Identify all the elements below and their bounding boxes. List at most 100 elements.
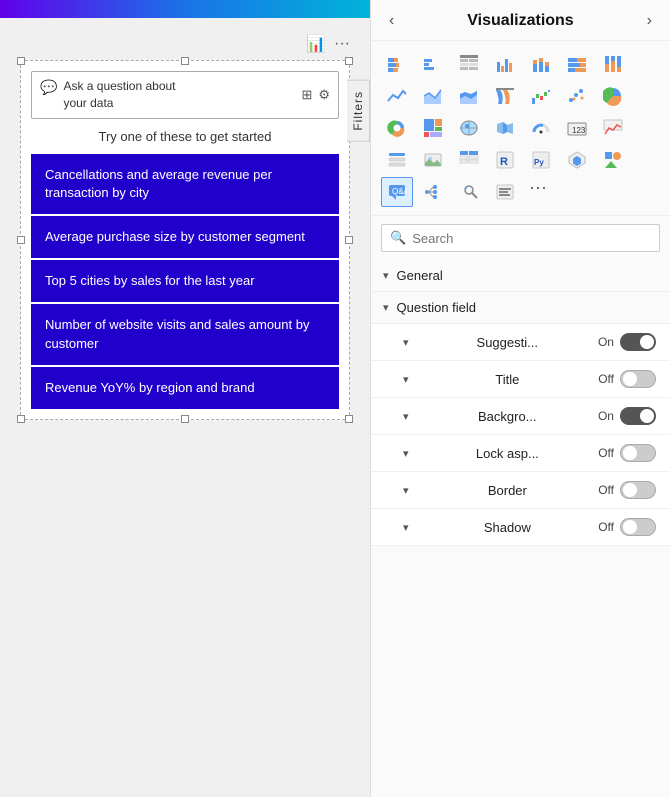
r-visual-icon[interactable]: R (489, 145, 521, 175)
toggle-switch-3[interactable] (620, 444, 656, 462)
svg-text:Py: Py (534, 158, 544, 167)
100pct-stacked-column-icon[interactable] (597, 49, 629, 79)
toggle-right-3: Off (598, 444, 656, 462)
top-gradient-bar (0, 0, 370, 18)
kpi-icon[interactable] (597, 113, 629, 143)
100pct-stacked-bar-icon[interactable] (561, 49, 593, 79)
image-viz-icon[interactable] (417, 145, 449, 175)
python-visual-icon[interactable]: Py (525, 145, 557, 175)
section-general[interactable]: ▾ General (371, 260, 670, 292)
toggle-state-5: Off (598, 520, 614, 534)
resize-handle-ml[interactable] (17, 236, 25, 244)
decomp-tree-icon[interactable] (417, 177, 449, 207)
toggle-right-5: Off (598, 518, 656, 536)
waterfall-icon[interactable] (525, 81, 557, 111)
qa-speech-icon: 💬 (40, 79, 57, 96)
resize-handle-mr[interactable] (345, 236, 353, 244)
qa-input-left: 💬 Ask a question about your data (40, 78, 301, 112)
stacked-column-icon[interactable] (525, 49, 557, 79)
suggestion-item-1[interactable]: Average purchase size by customer segmen… (31, 216, 339, 258)
suggestion-list: Cancellations and average revenue per tr… (31, 154, 339, 409)
qa-visual-icon[interactable]: Q&A (381, 177, 413, 207)
next-arrow[interactable]: › (643, 10, 656, 32)
toggle-state-3: Off (598, 446, 614, 460)
qa-input-box[interactable]: 💬 Ask a question about your data ⊞ ⚙ (31, 71, 339, 119)
smart-narrative-icon[interactable] (489, 177, 521, 207)
resize-handle-br[interactable] (345, 415, 353, 423)
section-general-label: General (397, 268, 443, 283)
clustered-column-icon[interactable] (489, 49, 521, 79)
slicer-icon[interactable] (381, 145, 413, 175)
suggestion-item-4[interactable]: Revenue YoY% by region and brand (31, 367, 339, 409)
line-chart-icon[interactable] (381, 81, 413, 111)
scatter-chart-icon[interactable] (561, 81, 593, 111)
qa-gear-icon[interactable]: ⚙ (318, 87, 330, 103)
suggestion-item-2[interactable]: Top 5 cities by sales for the last year (31, 260, 339, 302)
toggle-switch-4[interactable] (620, 481, 656, 499)
filled-map-icon[interactable] (489, 113, 521, 143)
search-row: 🔍 (381, 224, 660, 252)
qa-settings-icon[interactable]: ⊞ (301, 87, 312, 103)
toggle-row-2: ▾ Backgro... On (371, 398, 670, 435)
section-question-field-label: Question field (397, 300, 477, 315)
chevron-toggle-4: ▾ (403, 484, 409, 497)
chevron-question-field: ▾ (383, 301, 389, 314)
gauge-icon[interactable] (525, 113, 557, 143)
donut-chart-icon[interactable] (381, 113, 413, 143)
section-question-field[interactable]: ▾ Question field (371, 292, 670, 324)
shape-icon[interactable] (597, 145, 629, 175)
chevron-toggle-5: ▾ (403, 521, 409, 534)
chevron-toggle-1: ▾ (403, 373, 409, 386)
search-input[interactable] (412, 231, 651, 246)
prev-arrow[interactable]: ‹ (385, 10, 398, 32)
resize-handle-bl[interactable] (17, 415, 25, 423)
pie-chart-icon[interactable] (597, 81, 629, 111)
stacked-area-icon[interactable] (453, 81, 485, 111)
visualizations-title: Visualizations (467, 12, 573, 30)
table-matrix-icon[interactable] (453, 145, 485, 175)
qa-container: 💬 Ask a question about your data ⊞ ⚙ Try… (20, 60, 350, 420)
suggestion-item-3[interactable]: Number of website visits and sales amoun… (31, 304, 339, 364)
toggle-label-3: Lock asp... (476, 446, 539, 461)
custom-visual-icon[interactable] (561, 145, 593, 175)
more-visualizations-btn[interactable]: ··· (525, 177, 559, 207)
toggle-label-1: Title (495, 372, 519, 387)
chart-toolbar-icon[interactable]: 📊 (306, 34, 326, 54)
toggle-switch-0[interactable] (620, 333, 656, 351)
toggle-label-4: Border (488, 483, 527, 498)
toggle-row-4: ▾ Border Off (371, 472, 670, 509)
chevron-toggle-0: ▾ (403, 336, 409, 349)
toggle-right-1: Off (598, 370, 656, 388)
key-influencers-icon[interactable] (453, 177, 485, 207)
toggle-switch-5[interactable] (620, 518, 656, 536)
search-icon: 🔍 (390, 230, 406, 246)
resize-handle-mt[interactable] (181, 57, 189, 65)
visualization-icon-grid: 123 R Py Q&A (371, 41, 670, 216)
suggestion-item-0[interactable]: Cancellations and average revenue per tr… (31, 154, 339, 214)
area-chart-icon[interactable] (417, 81, 449, 111)
toggle-switch-2[interactable] (620, 407, 656, 425)
resize-handle-tl[interactable] (17, 57, 25, 65)
treemap-icon[interactable] (417, 113, 449, 143)
svg-text:Q&A: Q&A (392, 187, 407, 196)
stacked-bar-icon[interactable] (381, 49, 413, 79)
more-toolbar-icon[interactable]: ··· (334, 35, 350, 53)
canvas-area: 📊 ··· 💬 Ask a question about your data (0, 18, 370, 430)
chevron-toggle-2: ▾ (403, 410, 409, 423)
resize-handle-tr[interactable] (345, 57, 353, 65)
clustered-bar-icon[interactable] (417, 49, 449, 79)
toggle-switch-1[interactable] (620, 370, 656, 388)
toggle-label-0: Suggesti... (477, 335, 538, 350)
ribbon-chart-icon[interactable] (489, 81, 521, 111)
table-viz-icon[interactable] (453, 49, 485, 79)
card-viz-icon[interactable]: 123 (561, 113, 593, 143)
toggle-right-2: On (598, 407, 656, 425)
svg-text:123: 123 (572, 126, 586, 135)
chevron-general: ▾ (383, 269, 389, 282)
filters-tab[interactable]: Filters (347, 80, 370, 142)
try-text: Try one of these to get started (31, 129, 339, 144)
property-sections: ▾ General ▾ Question field ▾ Suggesti...… (371, 260, 670, 797)
resize-handle-mb[interactable] (181, 415, 189, 423)
toggle-state-0: On (598, 335, 614, 349)
map-icon-viz[interactable] (453, 113, 485, 143)
